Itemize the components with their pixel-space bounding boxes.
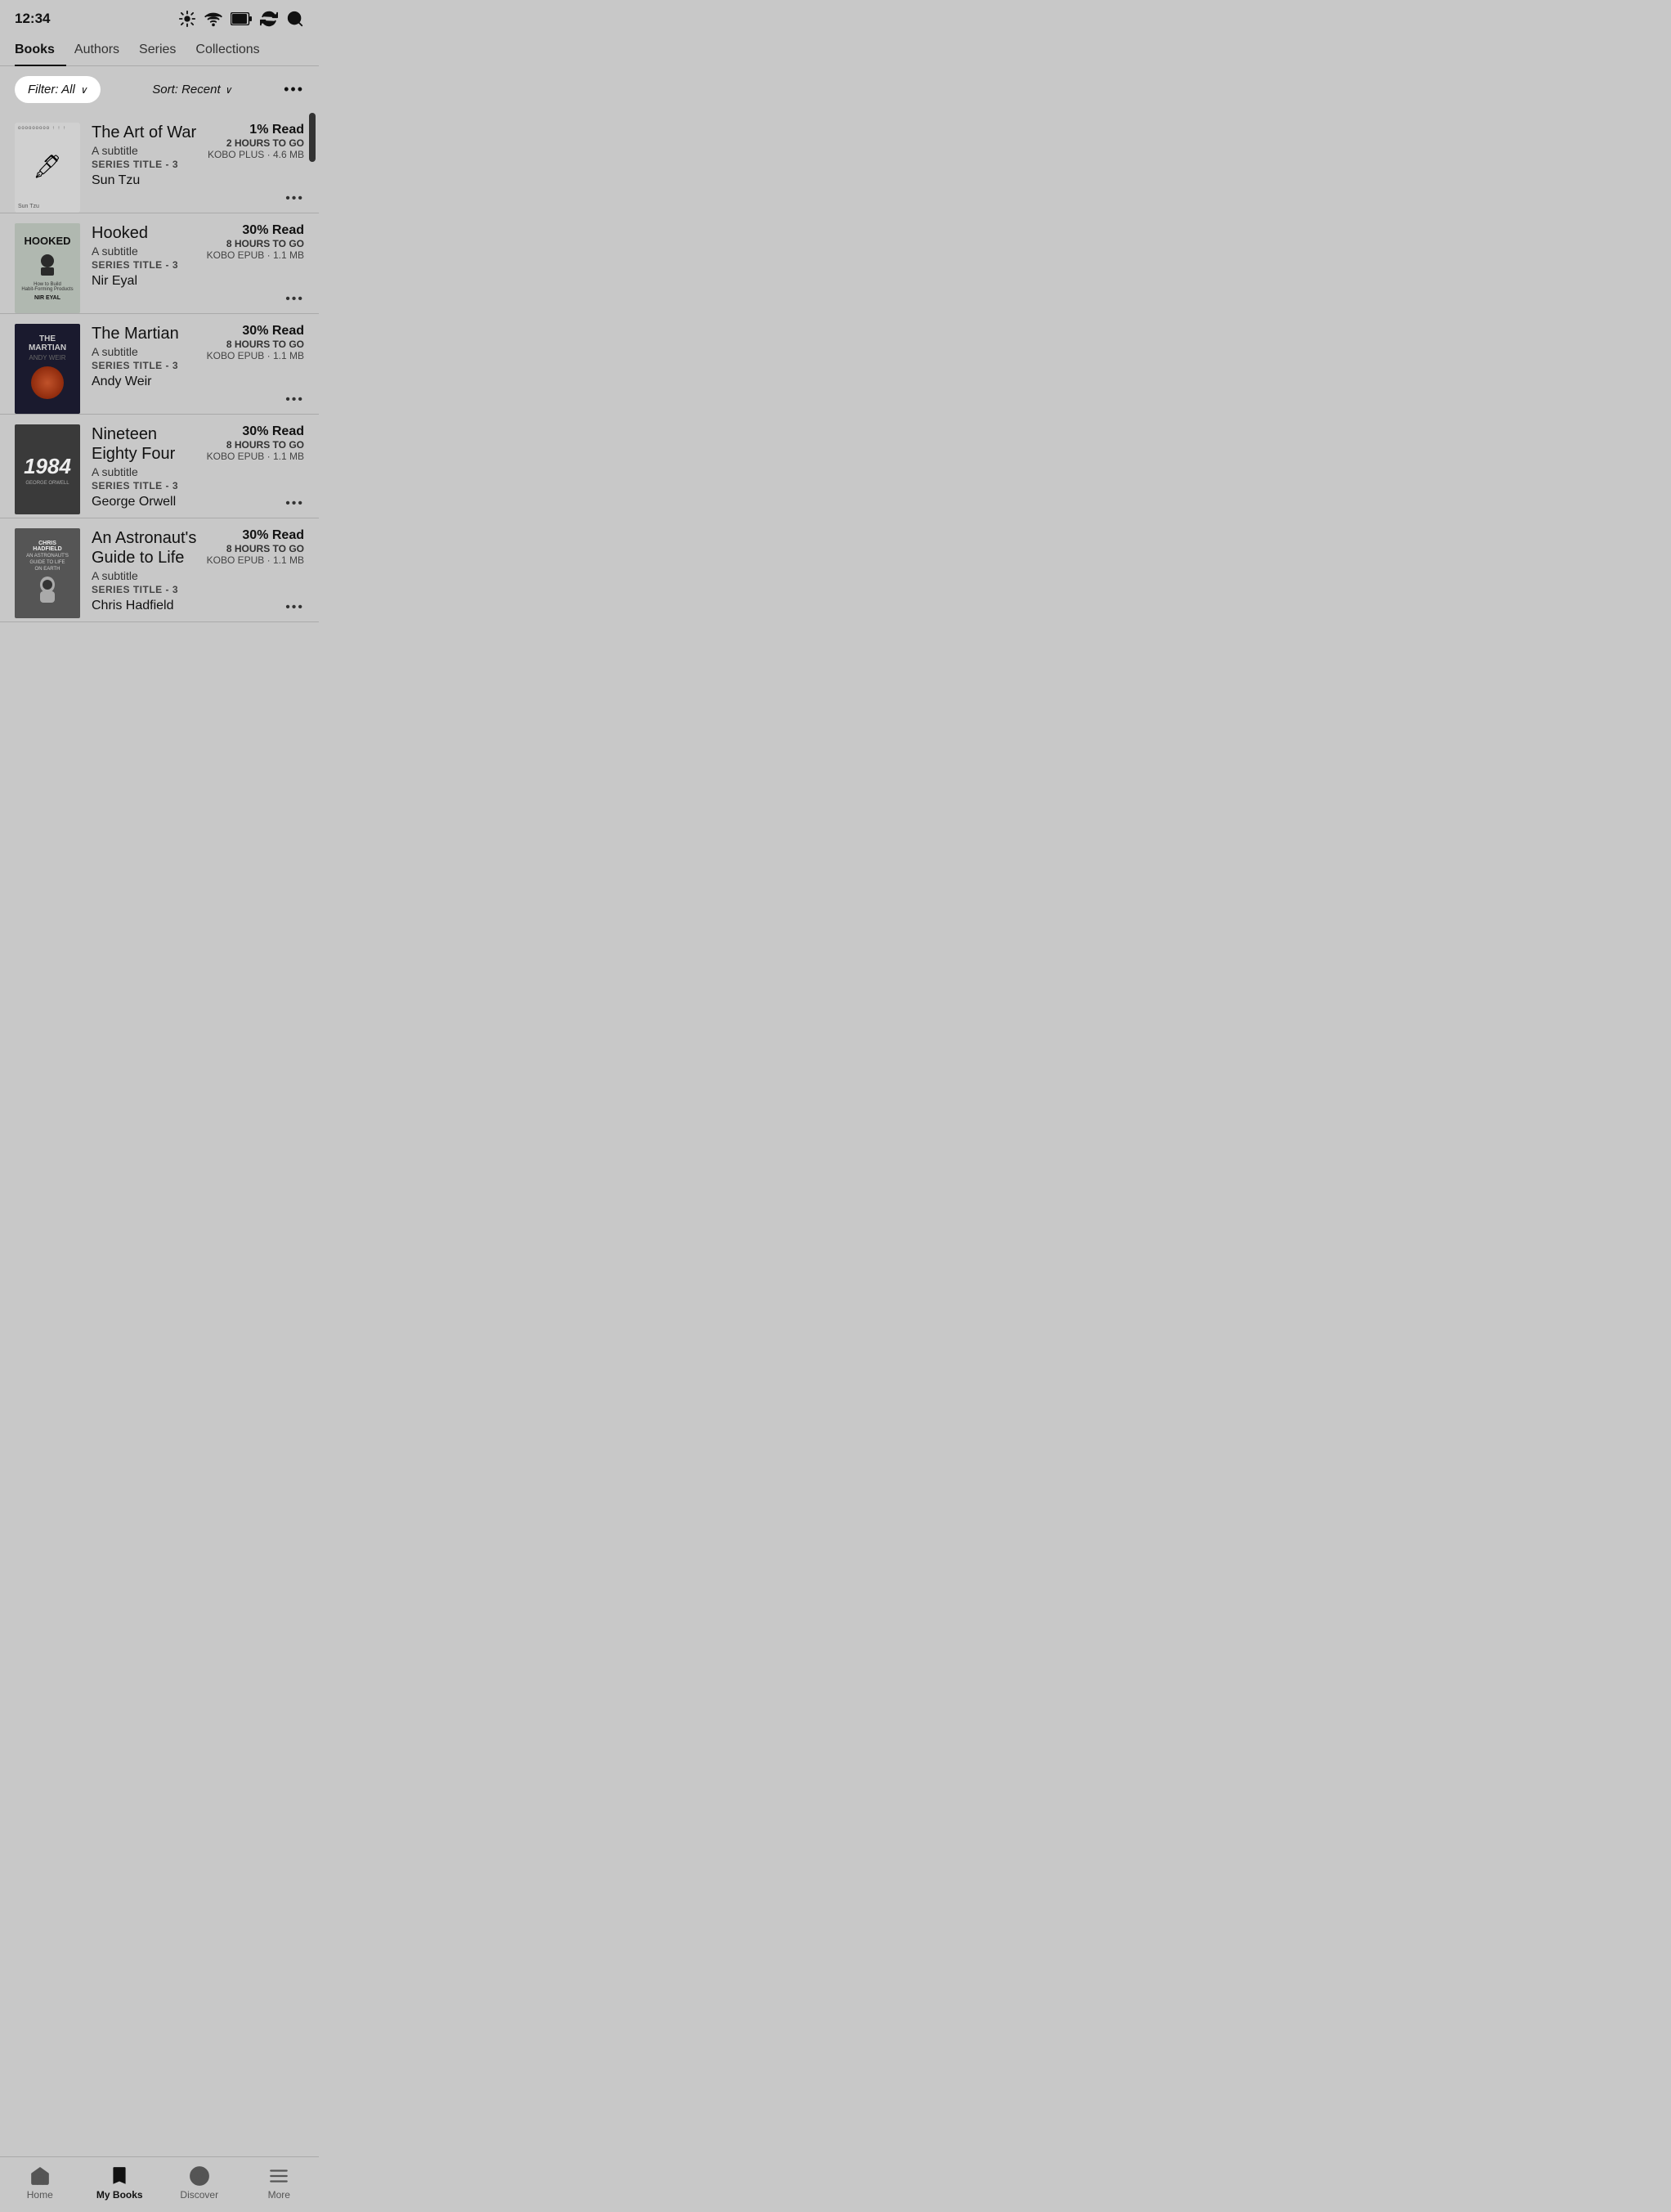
hooked-head-icon <box>34 251 60 277</box>
book-series: SERIES TITLE - 3 <box>92 159 198 170</box>
book-format: KOBO EPUB · 1.1 MB <box>198 350 304 361</box>
book-list-inner: ooooooooo ↑ ↑ ↑ 🖋 Sun Tzu The Art of War… <box>0 113 319 622</box>
book-read-pct: 30% Read <box>198 528 304 543</box>
book-info: The Art of War A subtitle SERIES TITLE -… <box>92 123 198 213</box>
book-series: SERIES TITLE - 3 <box>92 480 198 491</box>
tab-collections[interactable]: Collections <box>195 34 271 65</box>
nav-more[interactable]: More <box>240 2157 320 2212</box>
book-title: The Art of War <box>92 123 198 142</box>
book-more-button[interactable]: ••• <box>285 600 304 615</box>
book-time: 8 HOURS TO GO <box>198 439 304 451</box>
book-item[interactable]: ooooooooo ↑ ↑ ↑ 🖋 Sun Tzu The Art of War… <box>0 113 319 213</box>
book-read-pct: 30% Read <box>198 324 304 339</box>
book-more-button[interactable]: ••• <box>285 393 304 407</box>
my-books-icon <box>109 2165 130 2187</box>
book-series: SERIES TITLE - 3 <box>92 259 198 271</box>
book-cover-1984: 1984 GEORGE ORWELL <box>15 424 80 514</box>
bottom-nav: Home My Books Discover More <box>0 2156 319 2212</box>
book-info: An Astronaut's Guide to Life A subtitle … <box>92 528 198 621</box>
book-cover-hooked: HOOKED How to BuildHabit-Forming Product… <box>15 223 80 313</box>
book-info: Hooked A subtitle SERIES TITLE - 3 Nir E… <box>92 223 198 313</box>
book-read-pct: 30% Read <box>198 223 304 238</box>
nav-home[interactable]: Home <box>0 2157 80 2212</box>
nav-discover-label: Discover <box>180 2189 218 2201</box>
book-format: KOBO EPUB · 1.1 MB <box>198 451 304 462</box>
nav-home-label: Home <box>27 2189 53 2201</box>
book-format: KOBO EPUB · 1.1 MB <box>198 249 304 261</box>
tab-books[interactable]: Books <box>15 34 66 65</box>
book-read-pct: 30% Read <box>198 424 304 439</box>
book-subtitle: A subtitle <box>92 144 198 157</box>
book-format: KOBO EPUB · 1.1 MB <box>198 554 304 566</box>
book-time: 8 HOURS TO GO <box>198 238 304 249</box>
brightness-icon <box>178 10 196 28</box>
book-info: Nineteen Eighty Four A subtitle SERIES T… <box>92 424 198 518</box>
filter-bar: Filter: All ∨ Sort: Recent ∨ ••• <box>0 66 319 113</box>
filter-chevron-icon: ∨ <box>80 84 87 96</box>
book-title: An Astronaut's Guide to Life <box>92 528 198 568</box>
book-series: SERIES TITLE - 3 <box>92 584 198 595</box>
tab-authors[interactable]: Authors <box>74 34 131 65</box>
tab-series[interactable]: Series <box>139 34 187 65</box>
book-title: Nineteen Eighty Four <box>92 424 198 464</box>
book-title: The Martian <box>92 324 198 343</box>
status-icons <box>178 10 304 28</box>
search-icon[interactable] <box>286 10 304 28</box>
book-item[interactable]: THE MARTIAN ANDY WEIR The Martian A subt… <box>0 314 319 415</box>
book-subtitle: A subtitle <box>92 569 198 582</box>
book-author: Andy Weir <box>92 375 198 389</box>
status-bar: 12:34 <box>0 0 319 34</box>
book-series: SERIES TITLE - 3 <box>92 360 198 371</box>
book-subtitle: A subtitle <box>92 245 198 258</box>
book-author: Chris Hadfield <box>92 599 198 613</box>
tab-bar: Books Authors Series Collections <box>0 34 319 66</box>
nav-more-label: More <box>268 2189 290 2201</box>
sort-label: Sort: Recent <box>152 83 220 96</box>
book-cover-martian: THE MARTIAN ANDY WEIR <box>15 324 80 414</box>
sort-chevron-icon: ∨ <box>225 84 232 96</box>
more-options-button[interactable]: ••• <box>284 81 304 98</box>
book-time: 8 HOURS TO GO <box>198 543 304 554</box>
book-time: 8 HOURS TO GO <box>198 339 304 350</box>
book-time: 2 HOURS TO GO <box>198 137 304 149</box>
book-item[interactable]: CHRISHADFIELD An Astronaut'sGuide to Lif… <box>0 518 319 622</box>
book-author: Sun Tzu <box>92 173 198 188</box>
book-author: Nir Eyal <box>92 274 198 289</box>
book-info: The Martian A subtitle SERIES TITLE - 3 … <box>92 324 198 414</box>
book-cover-art-of-war: ooooooooo ↑ ↑ ↑ 🖋 Sun Tzu <box>15 123 80 213</box>
sort-button[interactable]: Sort: Recent ∨ <box>152 83 231 96</box>
filter-button[interactable]: Filter: All ∨ <box>15 76 101 103</box>
book-format: KOBO PLUS · 4.6 MB <box>198 149 304 160</box>
discover-icon <box>189 2165 210 2187</box>
book-more-button[interactable]: ••• <box>285 292 304 307</box>
book-more-button[interactable]: ••• <box>285 496 304 511</box>
wifi-icon <box>204 10 222 28</box>
book-subtitle: A subtitle <box>92 465 198 478</box>
book-item[interactable]: HOOKED How to BuildHabit-Forming Product… <box>0 213 319 314</box>
book-more-button[interactable]: ••• <box>285 191 304 206</box>
martian-planet <box>31 366 64 399</box>
nav-discover[interactable]: Discover <box>159 2157 240 2212</box>
book-read-pct: 1% Read <box>198 123 304 137</box>
book-title: Hooked <box>92 223 198 243</box>
book-author: George Orwell <box>92 495 198 509</box>
book-cover-astronaut: CHRISHADFIELD An Astronaut'sGuide to Lif… <box>15 528 80 618</box>
book-item[interactable]: 1984 GEORGE ORWELL Nineteen Eighty Four … <box>0 415 319 518</box>
astronaut-icon <box>35 577 60 606</box>
more-icon <box>268 2165 289 2187</box>
nav-my-books[interactable]: My Books <box>80 2157 160 2212</box>
filter-label: Filter: All <box>28 83 75 96</box>
nav-my-books-label: My Books <box>96 2189 143 2201</box>
book-subtitle: A subtitle <box>92 345 198 358</box>
sync-icon <box>260 10 278 28</box>
battery-icon <box>231 12 252 25</box>
home-icon <box>29 2165 51 2187</box>
status-time: 12:34 <box>15 11 50 27</box>
book-list: ooooooooo ↑ ↑ ↑ 🖋 Sun Tzu The Art of War… <box>0 113 319 680</box>
